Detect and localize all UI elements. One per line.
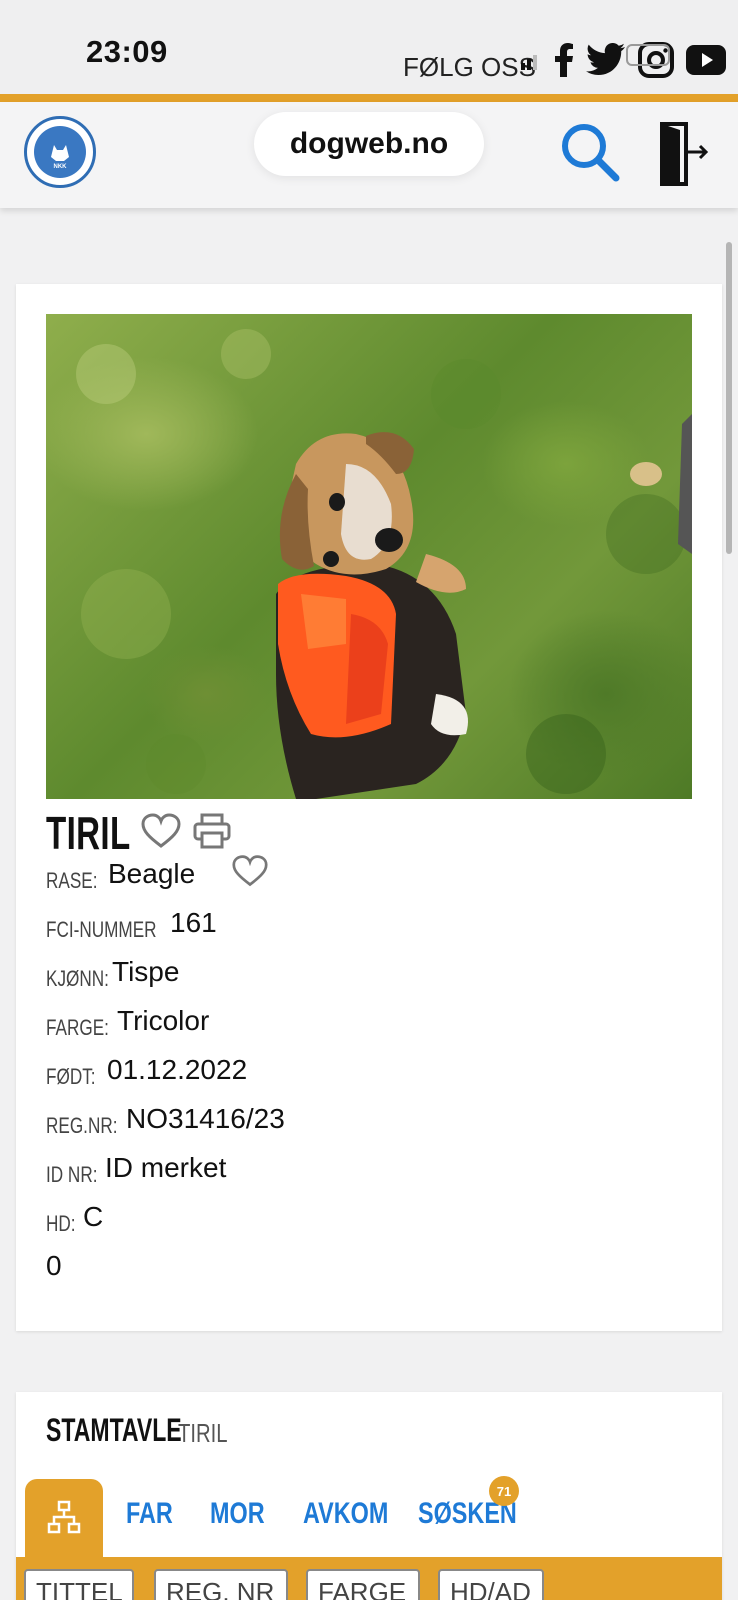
nkk-logo[interactable]: NKK [24, 116, 96, 188]
tab-mor[interactable]: MOR [210, 1497, 265, 1531]
youtube-icon[interactable] [686, 45, 726, 80]
search-icon[interactable] [560, 122, 622, 189]
field-born-value: 01.12.2022 [107, 1054, 248, 1085]
field-breed: RASE: Beagle [46, 855, 268, 894]
facebook-icon[interactable] [554, 43, 574, 82]
dog-name-row: TIRIL [46, 806, 231, 860]
tab-avkom[interactable]: AVKOM [303, 1497, 388, 1531]
status-time: 23:09 [86, 34, 168, 69]
site-header: NKK dogweb.no [0, 102, 738, 208]
status-bar: 23:09 FØLG OSS [0, 0, 738, 94]
pedigree-title: STAMTAVLE [46, 1412, 182, 1448]
column-reg-nr[interactable]: REG. NR [154, 1569, 288, 1600]
field-breed-value[interactable]: Beagle [108, 858, 195, 890]
dog-photo [46, 314, 692, 799]
field-hd-value: C [83, 1201, 104, 1232]
print-icon[interactable] [193, 813, 231, 854]
field-reg-label: REG.NR: [46, 1113, 118, 1138]
field-sex-value: Tispe [112, 956, 180, 987]
field-reg-nr: REG.NR: NO31416/23 [46, 1103, 285, 1139]
page-scrollbar[interactable] [726, 242, 732, 554]
pedigree-card: STAMTAVLE TIRIL FAR MOR AVKOM SØSKEN 71 … [16, 1392, 722, 1600]
twitter-icon[interactable] [586, 42, 626, 82]
field-color-value: Tricolor [117, 1005, 210, 1036]
field-sex-label: KJØNN: [46, 966, 109, 991]
heart-icon[interactable] [141, 812, 181, 854]
column-color[interactable]: FARGE [306, 1569, 420, 1600]
dog-name: TIRIL [46, 807, 131, 859]
follow-us-label: FØLG OSS [403, 52, 536, 82]
battery-icon [626, 44, 670, 66]
field-fci-label: FCI-NUMMER [46, 917, 157, 942]
social-icons [520, 42, 726, 83]
field-id-value: ID merket [105, 1152, 227, 1183]
signal-icon [520, 49, 542, 76]
column-title[interactable]: TITTEL [24, 1569, 134, 1600]
tab-far[interactable]: FAR [126, 1497, 173, 1531]
field-breed-label: RASE: [46, 868, 98, 893]
field-reg-value: NO31416/23 [126, 1103, 285, 1134]
field-color-label: FARGE: [46, 1015, 109, 1040]
svg-text:NKK: NKK [54, 164, 68, 169]
pedigree-tree-icon [47, 1500, 81, 1539]
field-fci-value: 161 [170, 907, 217, 938]
field-id-nr: ID NR: ID merket [46, 1152, 226, 1188]
field-fci-number: FCI-NUMMER 161 [46, 907, 217, 943]
logout-icon[interactable] [660, 122, 710, 191]
field-extra-value: 0 [46, 1250, 62, 1281]
pedigree-dog-name: TIRIL [178, 1418, 228, 1448]
field-hd: HD: C [46, 1201, 103, 1237]
field-id-label: ID NR: [46, 1162, 98, 1187]
field-sex: KJØNN: Tispe [46, 956, 179, 992]
pedigree-heading: STAMTAVLE TIRIL [46, 1412, 234, 1449]
tab-pedigree-tree[interactable] [25, 1479, 103, 1559]
siblings-count-badge: 71 [489, 1476, 519, 1506]
field-born-label: FØDT: [46, 1064, 96, 1089]
dog-profile-card: TIRIL RASE: Beagle FCI-NUMMER 161 KJØNN:… [16, 284, 722, 1331]
url-bar[interactable]: dogweb.no [254, 112, 484, 176]
field-hd-label: HD: [46, 1211, 76, 1236]
field-born: FØDT: 01.12.2022 [46, 1054, 247, 1090]
breed-heart-icon[interactable] [232, 854, 268, 893]
nkk-logo-emblem: NKK [34, 126, 86, 178]
accent-bar [0, 94, 738, 102]
column-hd-ad[interactable]: HD/AD [438, 1569, 544, 1600]
field-color: FARGE: Tricolor [46, 1005, 209, 1041]
pedigree-table-header: TITTEL REG. NR FARGE HD/AD [16, 1557, 722, 1600]
